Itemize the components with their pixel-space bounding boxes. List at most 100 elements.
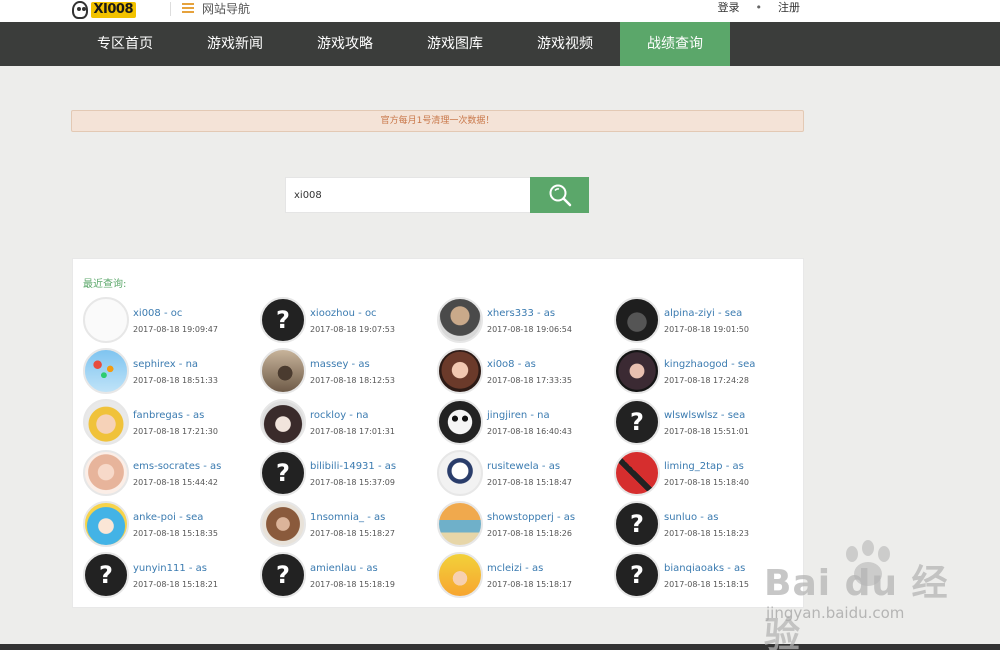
recent-entry[interactable]: ? wlswlswlsz - sea 2017-08-18 15:51:01	[614, 399, 784, 447]
recent-queries-title: 最近查询:	[83, 279, 127, 290]
player-name-link[interactable]: mcleizi - as	[487, 563, 543, 574]
player-name-link[interactable]: alpina-ziyi - sea	[664, 308, 742, 319]
nav-item-3[interactable]: 游戏图库	[400, 22, 510, 66]
recent-entry[interactable]: rockloy - na 2017-08-18 17:01:31	[260, 399, 430, 447]
default-avatar-icon[interactable]: ?	[614, 552, 660, 598]
player-name-link[interactable]: 1nsomnia_ - as	[310, 512, 385, 523]
recent-entry[interactable]: showstopperj - as 2017-08-18 15:18:26	[437, 501, 607, 549]
login-link[interactable]: 登录	[718, 0, 740, 15]
avatar[interactable]	[437, 450, 483, 496]
player-name-link[interactable]: sephirex - na	[133, 359, 198, 370]
recent-entry[interactable]: ? yunyin111 - as 2017-08-18 15:18:21	[83, 552, 253, 600]
query-timestamp: 2017-08-18 15:51:01	[664, 427, 749, 436]
avatar[interactable]	[437, 552, 483, 598]
query-timestamp: 2017-08-18 17:33:35	[487, 376, 572, 385]
avatar[interactable]	[614, 297, 660, 343]
recent-entry[interactable]: massey - as 2017-08-18 18:12:53	[260, 348, 430, 396]
recent-entry[interactable]: sephirex - na 2017-08-18 18:51:33	[83, 348, 253, 396]
default-avatar-icon[interactable]: ?	[260, 450, 306, 496]
nav-item-2[interactable]: 游戏攻略	[290, 22, 400, 66]
query-timestamp: 2017-08-18 15:18:21	[133, 580, 218, 589]
player-name-link[interactable]: ems-socrates - as	[133, 461, 221, 472]
register-link[interactable]: 注册	[778, 0, 800, 15]
default-avatar-icon[interactable]: ?	[83, 552, 129, 598]
avatar[interactable]	[260, 399, 306, 445]
recent-entry[interactable]: xhers333 - as 2017-08-18 19:06:54	[437, 297, 607, 345]
query-timestamp: 2017-08-18 19:09:47	[133, 325, 218, 334]
avatar[interactable]	[260, 501, 306, 547]
recent-entry[interactable]: anke-poi - sea 2017-08-18 15:18:35	[83, 501, 253, 549]
recent-entry[interactable]: kingzhaogod - sea 2017-08-18 17:24:28	[614, 348, 784, 396]
player-name-link[interactable]: sunluo - as	[664, 512, 718, 523]
avatar[interactable]	[437, 348, 483, 394]
player-name-link[interactable]: rockloy - na	[310, 410, 369, 421]
nav-item-0[interactable]: 专区首页	[70, 22, 180, 66]
default-avatar-icon[interactable]: ?	[614, 501, 660, 547]
recent-entry[interactable]: ? amienlau - as 2017-08-18 15:18:19	[260, 552, 430, 600]
recent-entry[interactable]: ? bilibili-14931 - as 2017-08-18 15:37:09	[260, 450, 430, 498]
nav-item-5[interactable]: 战绩查询	[620, 22, 730, 66]
default-avatar-icon[interactable]: ?	[260, 552, 306, 598]
query-timestamp: 2017-08-18 17:01:31	[310, 427, 395, 436]
recent-entry[interactable]: ems-socrates - as 2017-08-18 15:44:42	[83, 450, 253, 498]
avatar[interactable]	[614, 348, 660, 394]
watermark-text: Bai du 经验	[764, 563, 949, 650]
recent-entry[interactable]: ? xioozhou - oc 2017-08-18 19:07:53	[260, 297, 430, 345]
player-name-link[interactable]: liming_2tap - as	[664, 461, 744, 472]
recent-entry[interactable]: fanbregas - as 2017-08-18 17:21:30	[83, 399, 253, 447]
avatar[interactable]	[83, 297, 129, 343]
player-name-link[interactable]: xhers333 - as	[487, 308, 555, 319]
player-name-link[interactable]: fanbregas - as	[133, 410, 204, 421]
avatar[interactable]	[83, 450, 129, 496]
avatar[interactable]	[83, 501, 129, 547]
recent-entry[interactable]: rusitewela - as 2017-08-18 15:18:47	[437, 450, 607, 498]
recent-entry[interactable]: 1nsomnia_ - as 2017-08-18 15:18:27	[260, 501, 430, 549]
recent-entry[interactable]: jingjiren - na 2017-08-18 16:40:43	[437, 399, 607, 447]
player-name-link[interactable]: massey - as	[310, 359, 370, 370]
recent-entry[interactable]: ? bianqiaoaks - as 2017-08-18 15:18:15	[614, 552, 784, 600]
recent-entry[interactable]: xi008 - oc 2017-08-18 19:09:47	[83, 297, 253, 345]
search-input[interactable]	[285, 177, 531, 213]
player-name-link[interactable]: anke-poi - sea	[133, 512, 203, 523]
recent-entry[interactable]: ? sunluo - as 2017-08-18 15:18:23	[614, 501, 784, 549]
player-name-link[interactable]: xi0o8 - as	[487, 359, 536, 370]
player-name-link[interactable]: rusitewela - as	[487, 461, 560, 472]
player-name-link[interactable]: yunyin111 - as	[133, 563, 207, 574]
player-name-link[interactable]: wlswlswlsz - sea	[664, 410, 745, 421]
query-timestamp: 2017-08-18 15:18:35	[133, 529, 218, 538]
baidu-watermark: Bai du 经验 jingyan.baidu.com	[764, 540, 964, 650]
player-name-link[interactable]: showstopperj - as	[487, 512, 575, 523]
player-name-link[interactable]: jingjiren - na	[487, 410, 550, 421]
default-avatar-icon[interactable]: ?	[260, 297, 306, 343]
site-logo[interactable]: XI008	[72, 0, 136, 20]
avatar[interactable]	[437, 501, 483, 547]
query-timestamp: 2017-08-18 17:21:30	[133, 427, 218, 436]
avatar[interactable]	[83, 399, 129, 445]
mascot-icon	[72, 1, 88, 19]
avatar[interactable]	[83, 348, 129, 394]
avatar[interactable]	[437, 297, 483, 343]
query-timestamp: 2017-08-18 17:24:28	[664, 376, 749, 385]
avatar[interactable]	[614, 450, 660, 496]
header-divider	[170, 2, 171, 16]
avatar[interactable]	[260, 348, 306, 394]
query-timestamp: 2017-08-18 15:18:26	[487, 529, 572, 538]
player-name-link[interactable]: kingzhaogod - sea	[664, 359, 755, 370]
recent-entry[interactable]: alpina-ziyi - sea 2017-08-18 19:01:50	[614, 297, 784, 345]
default-avatar-icon[interactable]: ?	[614, 399, 660, 445]
site-nav-menu[interactable]: 网站导航	[182, 0, 250, 16]
nav-item-4[interactable]: 游戏视频	[510, 22, 620, 66]
query-timestamp: 2017-08-18 15:18:23	[664, 529, 749, 538]
recent-entry[interactable]: mcleizi - as 2017-08-18 15:18:17	[437, 552, 607, 600]
nav-items: 专区首页 游戏新闻 游戏攻略 游戏图库 游戏视频 战绩查询	[70, 22, 730, 66]
player-name-link[interactable]: amienlau - as	[310, 563, 378, 574]
player-name-link[interactable]: bianqiaoaks - as	[664, 563, 745, 574]
player-name-link[interactable]: xioozhou - oc	[310, 308, 377, 319]
player-name-link[interactable]: xi008 - oc	[133, 308, 182, 319]
recent-entry[interactable]: xi0o8 - as 2017-08-18 17:33:35	[437, 348, 607, 396]
player-name-link[interactable]: bilibili-14931 - as	[310, 461, 396, 472]
recent-entry[interactable]: liming_2tap - as 2017-08-18 15:18:40	[614, 450, 784, 498]
search-button[interactable]	[530, 177, 589, 213]
nav-item-1[interactable]: 游戏新闻	[180, 22, 290, 66]
avatar[interactable]	[437, 399, 483, 445]
